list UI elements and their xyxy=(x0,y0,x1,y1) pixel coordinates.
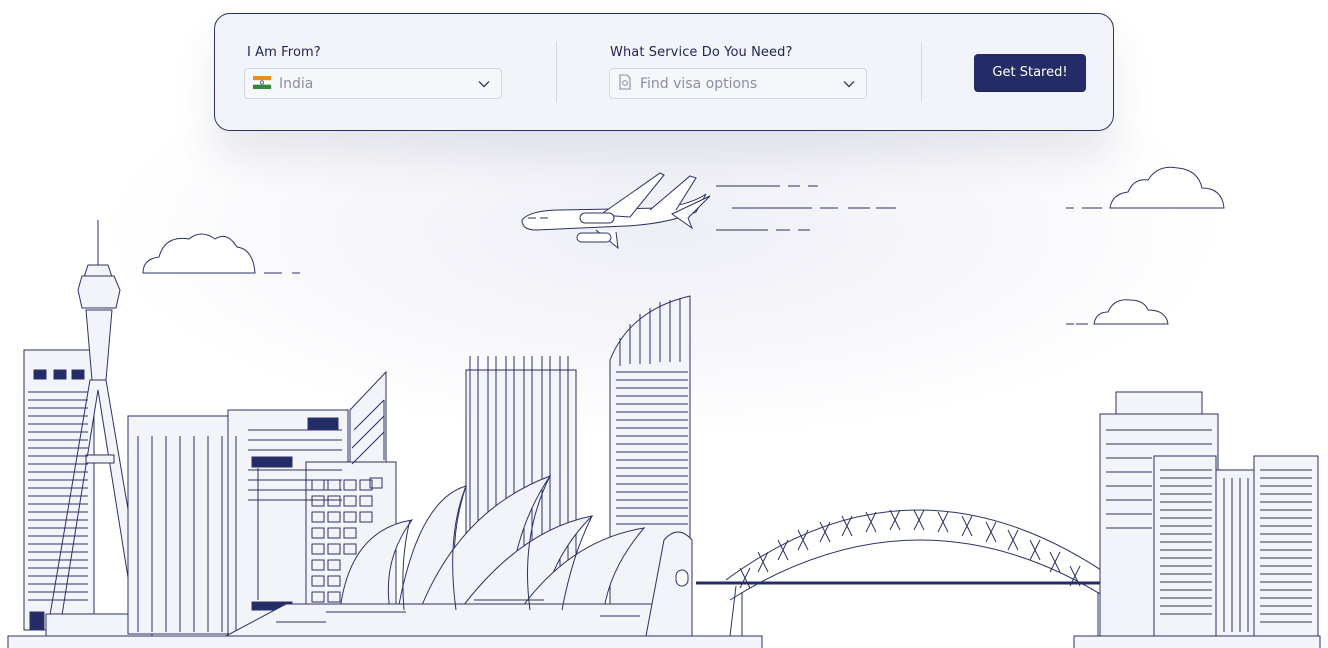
cloud-left xyxy=(142,233,300,274)
field-divider xyxy=(556,42,557,102)
cloud-right-top xyxy=(1066,166,1225,209)
airplane xyxy=(521,172,896,250)
origin-label: I Am From? xyxy=(247,45,321,60)
chevron-down-icon xyxy=(477,77,491,91)
service-placeholder: Find visa options xyxy=(640,75,758,92)
get-started-button[interactable]: Get Stared! xyxy=(974,54,1086,91)
field-divider xyxy=(921,42,922,102)
service-label: What Service Do You Need? xyxy=(610,45,793,60)
cloud-right-mid xyxy=(1066,299,1169,325)
origin-value: India xyxy=(279,75,314,92)
chevron-down-icon xyxy=(842,77,856,91)
ground xyxy=(7,635,1321,648)
service-select[interactable]: Find visa options xyxy=(609,68,867,99)
india-flag-icon xyxy=(253,74,271,93)
document-icon xyxy=(618,73,632,94)
visa-search-card: I Am From? India What Service Do You Nee… xyxy=(214,13,1114,131)
origin-select[interactable]: India xyxy=(244,68,502,99)
